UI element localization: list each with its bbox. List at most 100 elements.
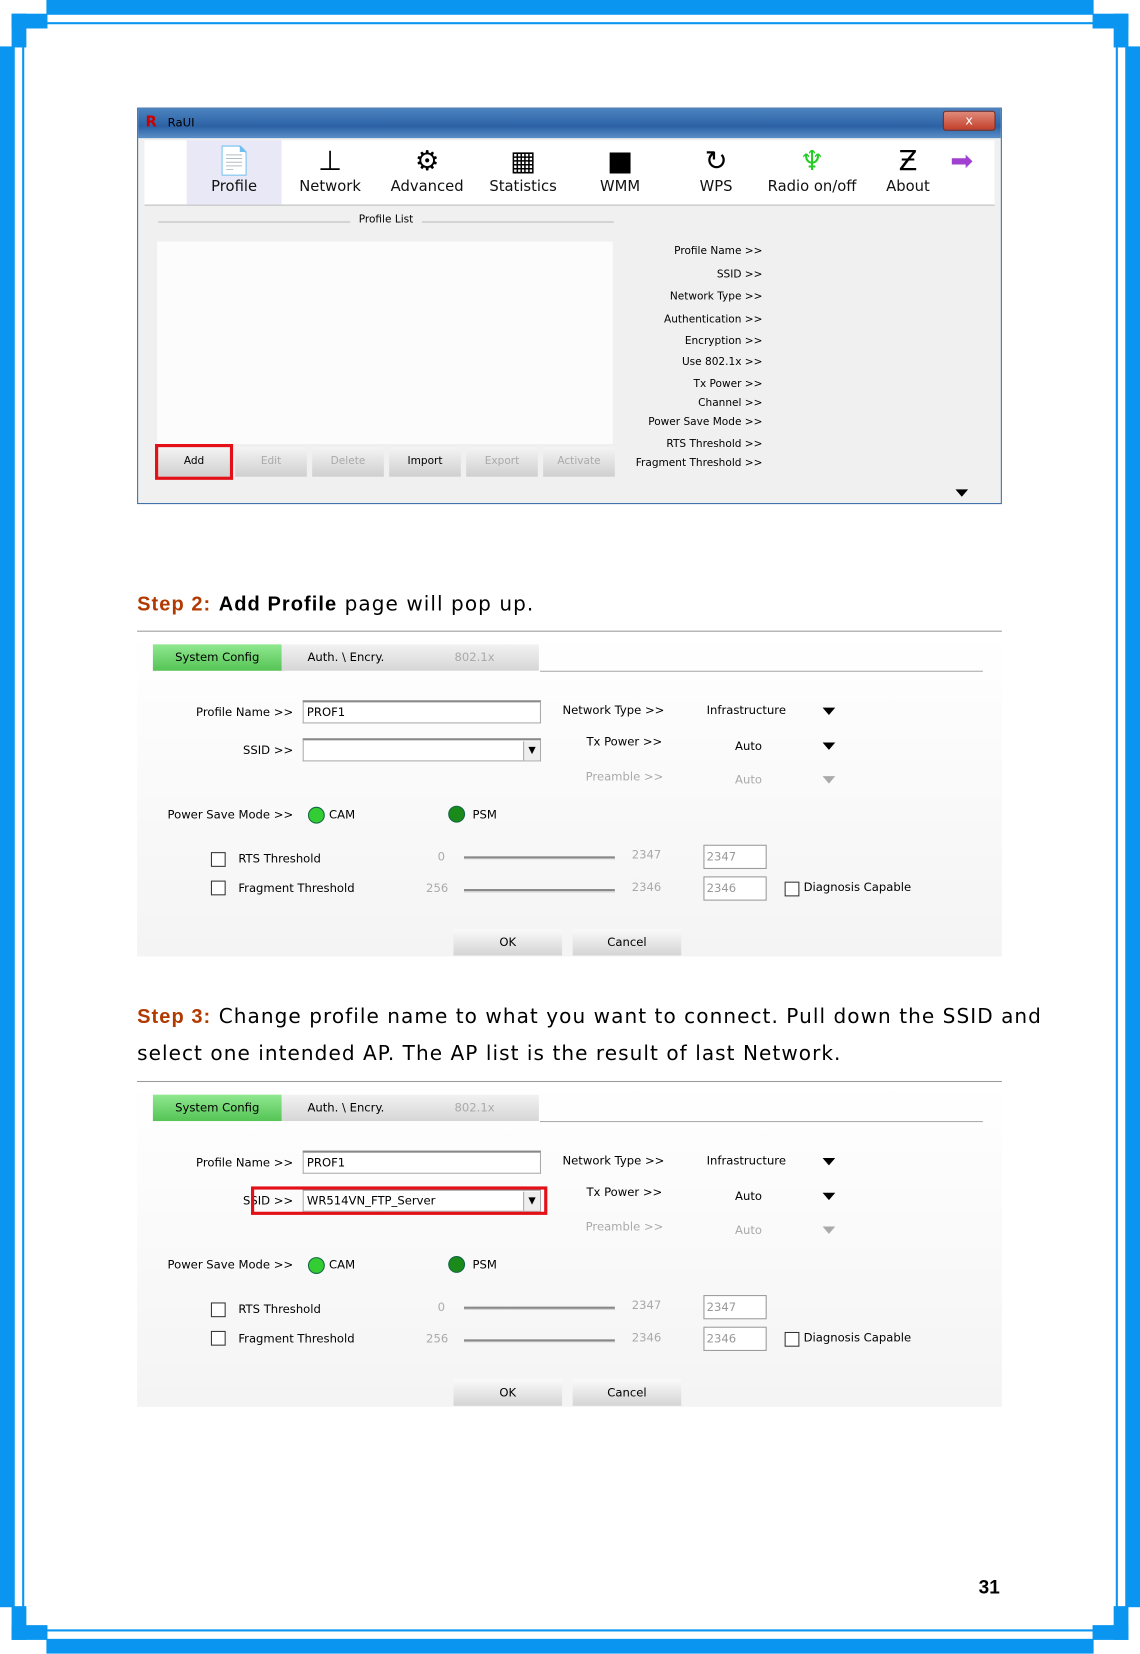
fragment-threshold-checkbox[interactable]	[210, 880, 226, 896]
tab-8021x: 802.1x	[454, 650, 495, 665]
rts-threshold-checkbox[interactable]	[210, 852, 226, 867]
rts-value-input[interactable]: 2347	[703, 844, 767, 869]
power-save-label: Power Save Mode >>	[167, 807, 294, 822]
network-type-value[interactable]: Infrastructure	[707, 1154, 786, 1168]
fragment-min: 256	[426, 1331, 449, 1346]
page-number: 31	[978, 1576, 1000, 1598]
step3-line1: Step 3: Change profile name to what you …	[137, 1005, 1041, 1029]
qos-icon: ■	[607, 145, 634, 178]
tab-auth-encry[interactable]: Auth. \ Encry.	[282, 644, 411, 670]
toolbar-network[interactable]: ⊥ Network	[283, 140, 378, 204]
dropdown-arrow-icon[interactable]: ▼	[523, 741, 540, 761]
frame-right-bar	[1125, 46, 1140, 1608]
profile-name-input[interactable]: PROF1	[302, 700, 542, 724]
edit-button: Edit	[235, 447, 307, 477]
radio-antenna-icon: ♆	[799, 145, 825, 178]
rts-slider[interactable]	[464, 1306, 615, 1310]
preamble-dropdown-icon	[822, 776, 836, 784]
tx-power-value[interactable]: Auto	[735, 739, 762, 753]
step2-bold: Add Profile	[218, 593, 338, 616]
profile-icon: 📄	[217, 145, 252, 178]
toolbar-label: WPS	[699, 178, 733, 196]
tab-auth-encry[interactable]: Auth. \ Encry.	[282, 1095, 411, 1121]
toolbar-profile[interactable]: 📄 Profile	[186, 140, 282, 205]
frame-left-line	[22, 46, 25, 1608]
network-type-value[interactable]: Infrastructure	[707, 703, 786, 717]
psm-radio[interactable]	[448, 805, 466, 823]
scroll-down-icon[interactable]	[955, 489, 969, 497]
tx-power-dropdown-icon[interactable]	[822, 742, 836, 750]
activate-button: Activate	[543, 447, 615, 477]
diagnosis-checkbox[interactable]	[784, 1331, 800, 1347]
tx-power-label: Tx Power >>	[586, 735, 663, 749]
frame-corner-tr2	[1092, 13, 1129, 29]
frame-right-line	[1115, 46, 1118, 1608]
diagnosis-label: Diagnosis Capable	[803, 1330, 912, 1345]
tab-system-config[interactable]: System Config	[152, 1094, 282, 1122]
power-save-label: Power Save Mode >>	[167, 1258, 294, 1272]
window-title: RaUI	[167, 116, 195, 130]
profile-list[interactable]	[157, 241, 613, 444]
ok-button[interactable]: OK	[453, 1379, 563, 1406]
toolbar-statistics[interactable]: ▦ Statistics	[476, 140, 571, 204]
fragment-value-input[interactable]: 2346	[703, 876, 767, 901]
cancel-button[interactable]: Cancel	[572, 929, 682, 956]
detail-channel: Channel >>	[698, 397, 763, 410]
toolbar-wmm[interactable]: ■ WMM	[573, 140, 668, 204]
ssid-select[interactable]: ▼	[302, 738, 542, 762]
toolbar: 📄 Profile ⊥ Network ⚙ Advanced ▦ Statistics …	[144, 140, 995, 206]
toolbar-radio[interactable]: ♆ Radio on/off	[765, 140, 860, 204]
toolbar-advanced[interactable]: ⚙ Advanced	[380, 140, 475, 204]
divider	[539, 670, 983, 672]
tx-power-dropdown-icon[interactable]	[822, 1192, 836, 1201]
rts-min: 0	[437, 850, 446, 864]
network-type-dropdown-icon[interactable]	[822, 1157, 836, 1166]
tx-power-label: Tx Power >>	[586, 1185, 663, 1200]
delete-button: Delete	[312, 447, 384, 477]
step3-line2: select one intended AP. The AP list is t…	[137, 1041, 842, 1066]
step2-key: Step 2:	[137, 593, 212, 616]
toolbar-next-arrow[interactable]: ➡	[930, 140, 993, 204]
detail-rts-threshold: RTS Threshold >>	[666, 438, 763, 451]
network-type-label: Network Type >>	[562, 1153, 665, 1168]
diagnosis-label: Diagnosis Capable	[803, 880, 912, 895]
preamble-label: Preamble >>	[585, 1220, 664, 1234]
cam-radio[interactable]	[307, 806, 325, 824]
ok-button[interactable]: OK	[453, 929, 563, 956]
fragment-slider[interactable]	[464, 1339, 615, 1343]
close-button[interactable]: x	[942, 110, 996, 131]
profile-list-legend: Profile List	[158, 214, 614, 226]
detail-authentication: Authentication >>	[664, 314, 763, 326]
arrow-right-icon: ➡	[950, 145, 974, 178]
detail-profile-name: Profile Name >>	[674, 245, 763, 258]
toolbar-label: WMM	[600, 178, 641, 196]
fragment-max: 2346	[631, 1330, 662, 1345]
raui-window: R RaUI x 📄 Profile ⊥ Network ⚙ Advanced ▦ St…	[137, 107, 1002, 505]
toolbar-wps[interactable]: ↻ WPS	[669, 140, 764, 204]
fragment-threshold-checkbox[interactable]	[210, 1330, 226, 1346]
network-type-dropdown-icon[interactable]	[822, 707, 836, 716]
diagnosis-checkbox[interactable]	[784, 881, 800, 897]
fragment-value-input[interactable]: 2346	[703, 1326, 767, 1351]
rts-value-input[interactable]: 2347	[703, 1295, 767, 1320]
tab-system-config[interactable]: System Config	[152, 644, 282, 671]
toolbar-label: Statistics	[489, 178, 557, 196]
detail-tx-power: Tx Power >>	[693, 378, 763, 391]
rts-slider[interactable]	[464, 856, 615, 860]
tx-power-value[interactable]: Auto	[735, 1190, 762, 1204]
cancel-button[interactable]: Cancel	[572, 1379, 682, 1406]
psm-label: PSM	[472, 1258, 497, 1272]
step3-line1-text: Change profile name to what you want to …	[211, 1005, 1042, 1029]
profile-name-input[interactable]: PROF1	[302, 1150, 542, 1174]
add-button[interactable]: Add	[155, 443, 234, 480]
detail-power-save-mode: Power Save Mode >>	[648, 416, 763, 429]
cam-radio[interactable]	[307, 1257, 325, 1274]
fragment-slider[interactable]	[464, 889, 615, 893]
rts-threshold-checkbox[interactable]	[210, 1302, 226, 1318]
network-type-label: Network Type >>	[562, 703, 665, 718]
add-profile-panel-step3: System Config Auth. \ Encry. 802.1x Prof…	[137, 1080, 1002, 1407]
import-button[interactable]: Import	[389, 447, 461, 477]
frame-top-line	[46, 22, 1094, 25]
title-bar: R RaUI x	[138, 108, 1001, 139]
psm-radio[interactable]	[448, 1256, 466, 1273]
